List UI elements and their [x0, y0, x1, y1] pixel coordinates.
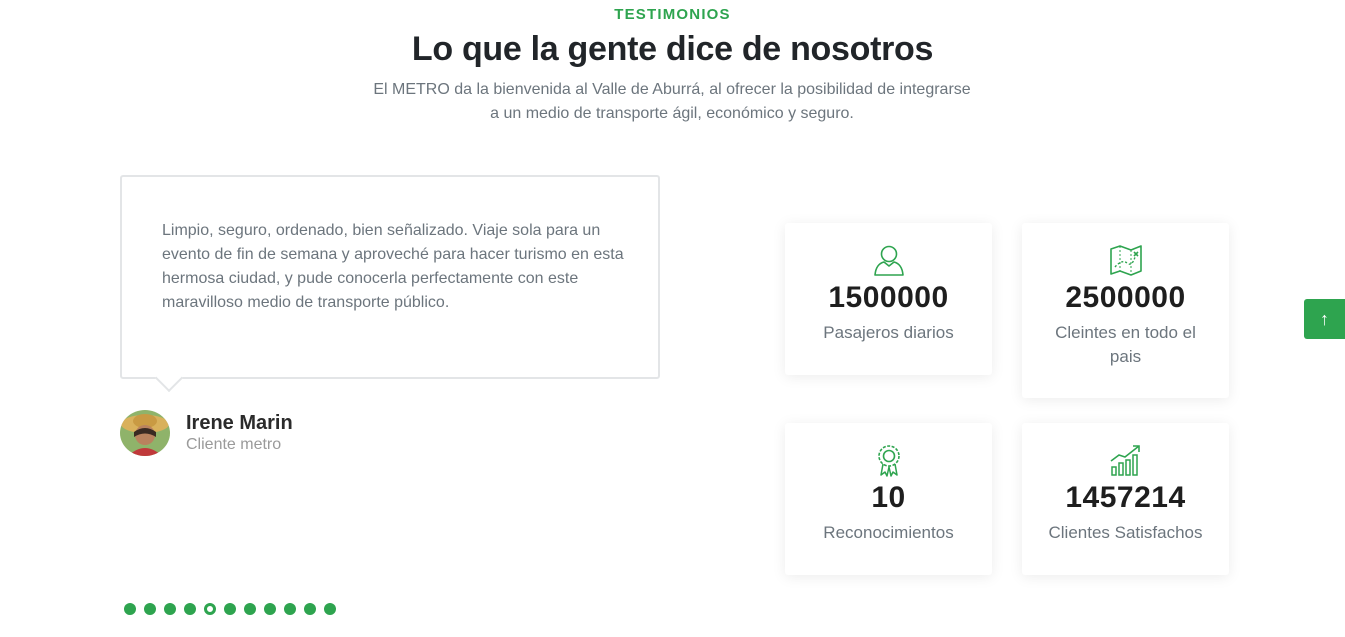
stat-label: Clientes Satisfachos — [1048, 523, 1203, 542]
author-name: Irene Marin — [186, 412, 293, 434]
carousel-dot[interactable] — [184, 603, 196, 615]
stat-card-reconocimientos: 10 Reconocimientos — [785, 423, 992, 575]
stat-label: Cleintes en todo el pais — [1055, 323, 1196, 366]
carousel-dots — [124, 603, 336, 615]
author-role: Cliente metro — [186, 436, 282, 453]
section-eyebrow: TESTIMONIOS — [614, 6, 731, 23]
stat-card-satisfechos: 1457214 Clientes Satisfachos — [1022, 423, 1229, 575]
testimonial-author: Irene Marin Cliente metro — [120, 410, 293, 456]
section-title: Lo que la gente dice de nosotros — [411, 30, 934, 68]
carousel-dot[interactable] — [244, 603, 256, 615]
stat-value: 1500000 — [828, 281, 949, 314]
testimonial-card: Limpio, seguro, ordenado, bien señalizad… — [120, 175, 660, 379]
carousel-dot[interactable] — [324, 603, 336, 615]
user-icon — [873, 245, 904, 276]
stat-value: 2500000 — [1065, 281, 1186, 314]
arrow-up-icon: ↑ — [1320, 308, 1329, 329]
person-photo-icon — [120, 410, 170, 456]
testimonial-quote: Limpio, seguro, ordenado, bien señalizad… — [162, 222, 624, 311]
section-description: El METRO da la bienvenida al Valle de Ab… — [373, 81, 971, 122]
carousel-dot[interactable] — [264, 603, 276, 615]
stat-value: 1457214 — [1065, 481, 1186, 514]
carousel-dot[interactable] — [164, 603, 176, 615]
avatar — [120, 410, 170, 456]
stat-label: Reconocimientos — [823, 523, 954, 542]
award-icon — [877, 445, 900, 477]
stat-value: 10 — [871, 481, 906, 514]
map-icon — [1109, 245, 1142, 276]
carousel-dot[interactable] — [124, 603, 136, 615]
carousel-dot[interactable] — [304, 603, 316, 615]
testimonials-section: TESTIMONIOS Lo que la gente dice de noso… — [0, 0, 1345, 637]
stat-label: Pasajeros diarios — [823, 323, 954, 342]
carousel-dot[interactable] — [284, 603, 296, 615]
chart-icon — [1110, 445, 1140, 476]
carousel-dot[interactable] — [224, 603, 236, 615]
stat-card-pasajeros: 1500000 Pasajeros diarios — [785, 223, 992, 375]
stat-card-clientes-pais: 2500000 Cleintes en todo el pais — [1022, 223, 1229, 398]
carousel-dot[interactable] — [144, 603, 156, 615]
scroll-to-top-button[interactable]: ↑ — [1304, 299, 1345, 339]
carousel-dot[interactable] — [204, 603, 216, 615]
